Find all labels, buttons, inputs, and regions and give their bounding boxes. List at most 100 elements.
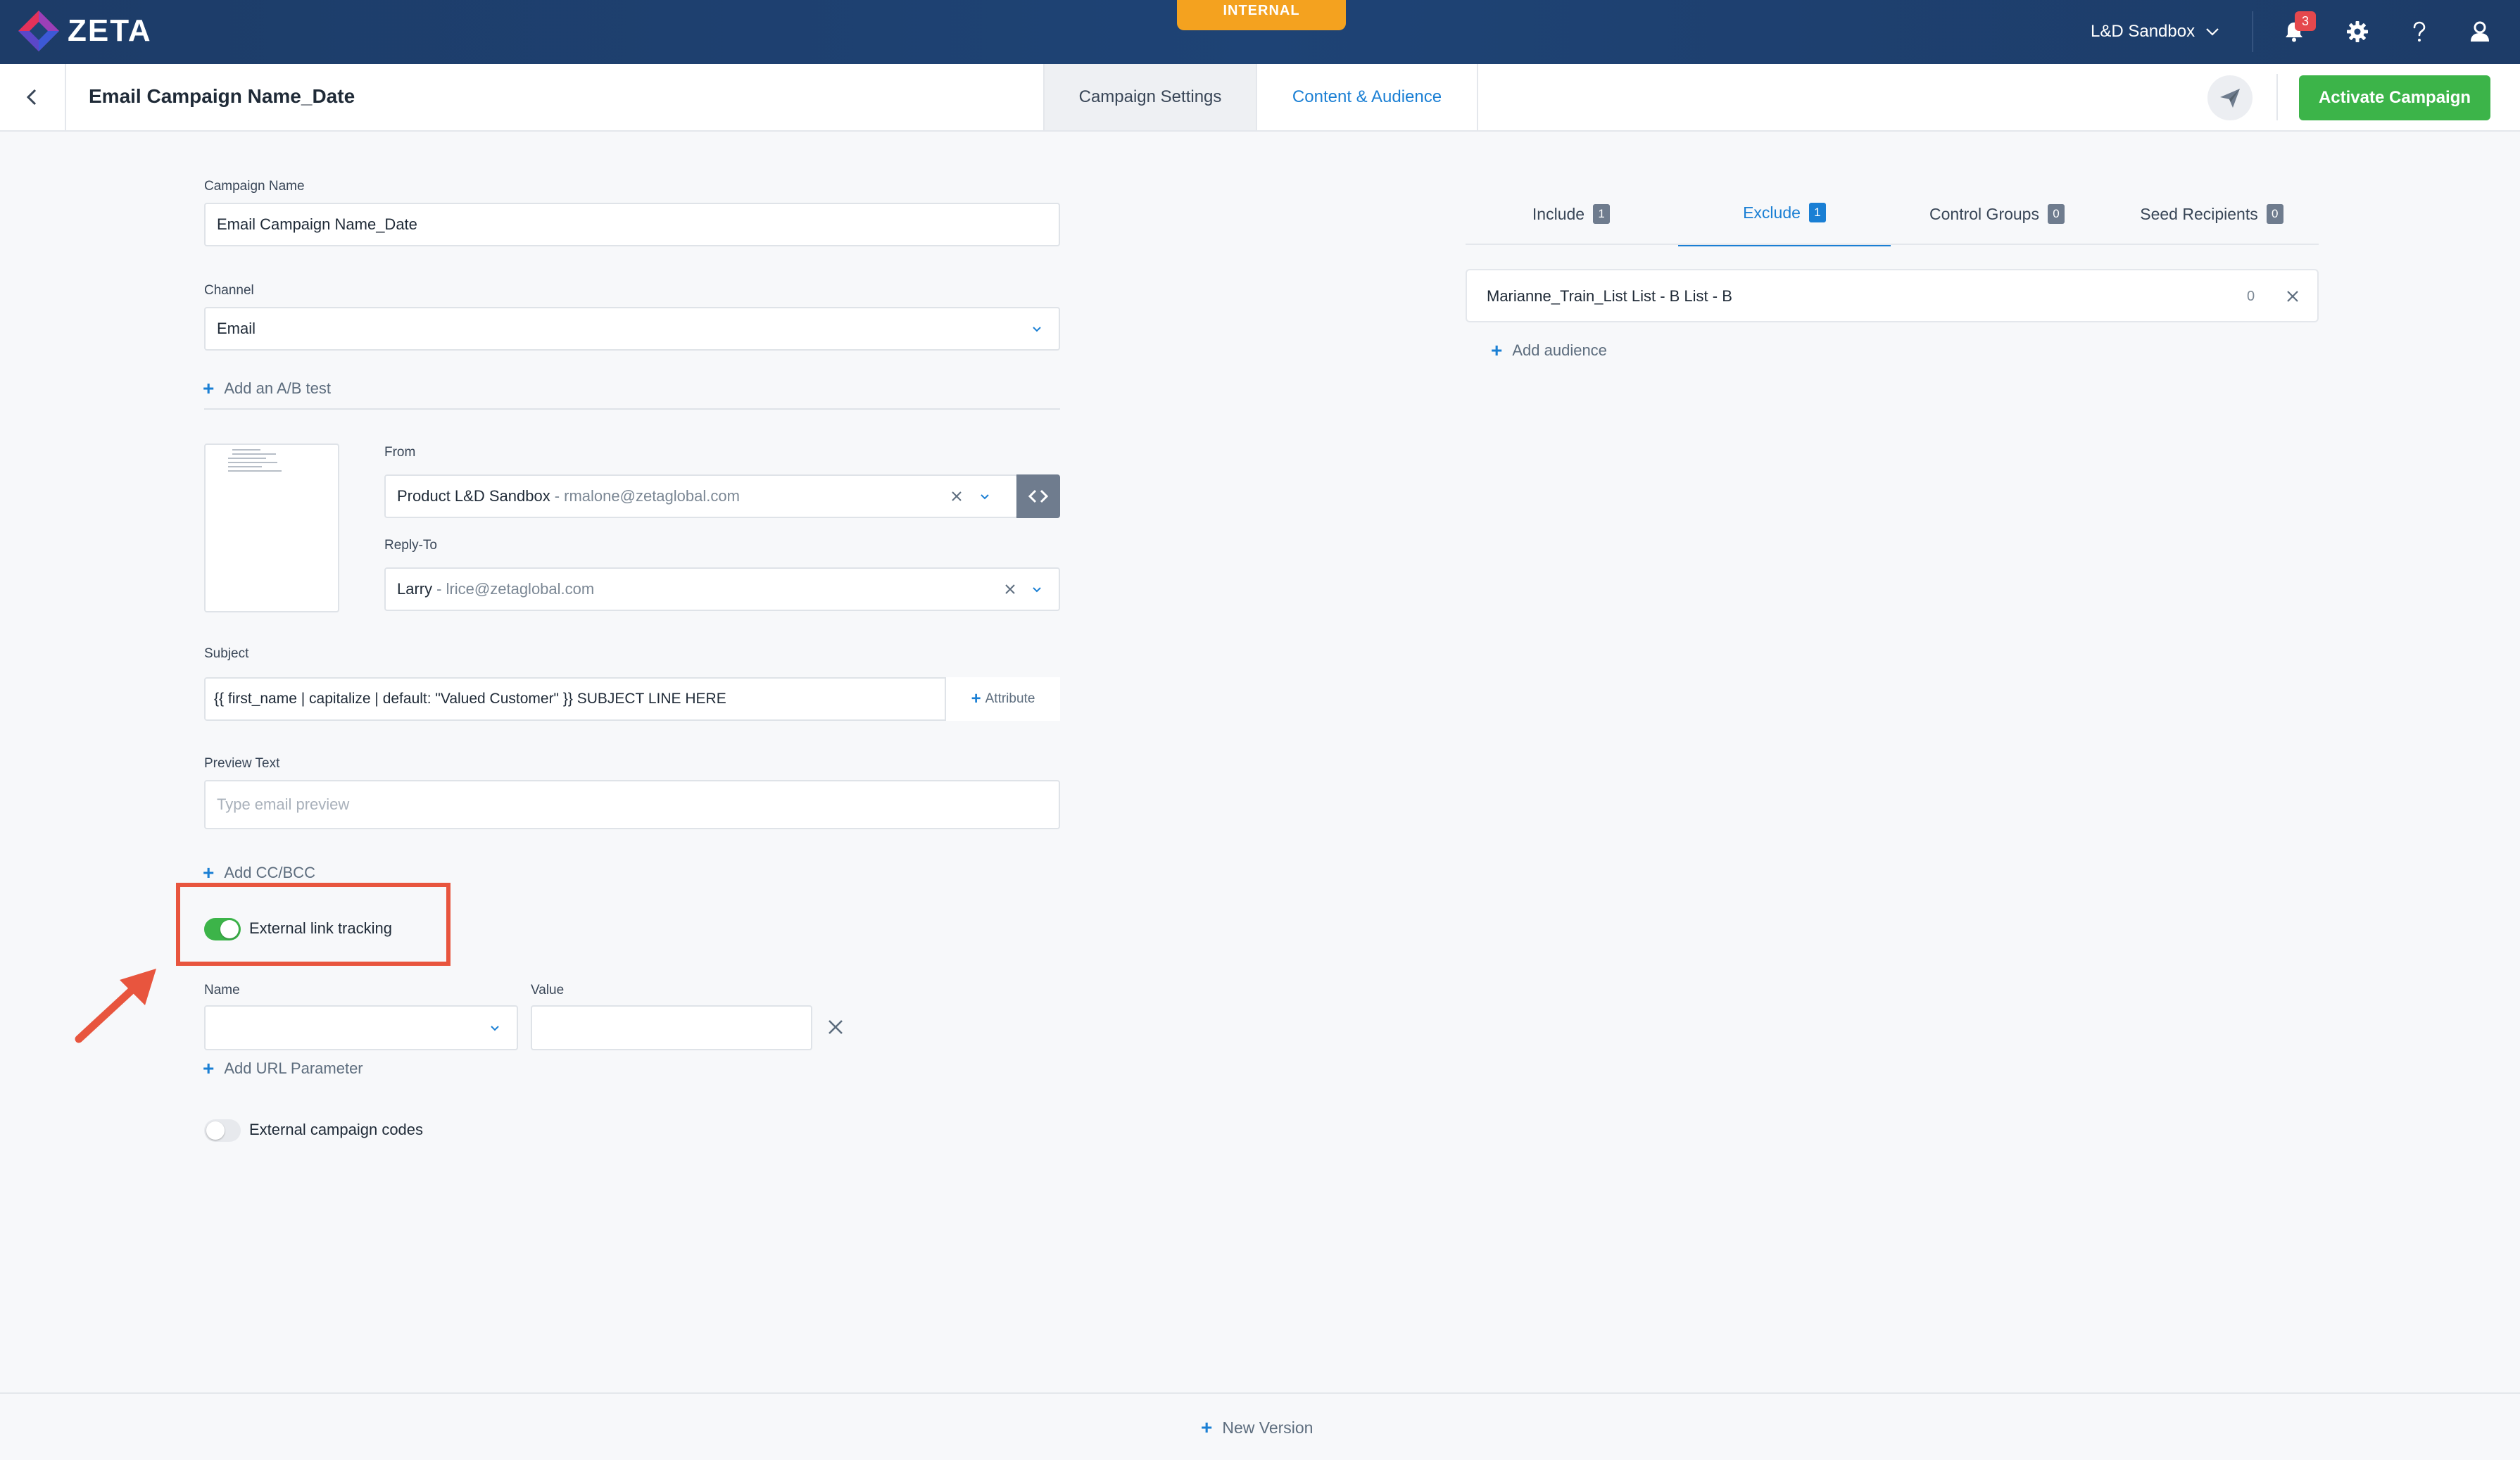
clear-icon[interactable] [1002, 581, 1018, 597]
chevron-down-icon [1033, 327, 1041, 332]
chevron-down-icon [2206, 28, 2219, 36]
user-profile-button[interactable] [2464, 15, 2496, 48]
account-switcher[interactable]: L&D Sandbox [2091, 15, 2220, 48]
exclude-count-badge: 1 [1808, 203, 1826, 222]
subject-label: Subject [204, 646, 249, 661]
audience-name: Marianne_Train_List List - B List - B [1487, 287, 1732, 305]
plus-icon: + [203, 377, 215, 399]
add-ab-test-link[interactable]: + Add an A/B test [203, 379, 331, 398]
from-email: - rmalone@zetaglobal.com [554, 487, 740, 505]
preview-text-input[interactable]: Type email preview [204, 780, 1060, 829]
paper-plane-icon [2220, 89, 2240, 108]
add-cc-bcc-label: Add CC/BCC [224, 864, 315, 881]
section-divider [204, 408, 1060, 410]
channel-value: Email [217, 320, 256, 337]
thumbnail-line [228, 458, 266, 459]
thumbnail-line [232, 449, 260, 451]
plus-icon: + [971, 689, 981, 708]
zeta-logo[interactable]: ZETA [17, 8, 152, 54]
settings-button[interactable] [2341, 15, 2374, 48]
reply-to-email: - lrice@zetaglobal.com [436, 580, 595, 598]
tab-seed-recipients[interactable]: Seed Recipients 0 [2105, 182, 2319, 246]
notification-count-badge: 3 [2295, 11, 2316, 31]
annotation-arrow-icon [75, 969, 156, 1043]
tab-campaign-settings[interactable]: Campaign Settings [1043, 64, 1256, 130]
seed-recipients-tab-label: Seed Recipients [2140, 204, 2258, 223]
reply-to-label: Reply-To [384, 538, 437, 553]
audience-count: 0 [2247, 289, 2255, 304]
insert-attribute-button[interactable]: + Attribute [945, 677, 1060, 721]
subject-value: {{ first_name | capitalize | default: "V… [214, 691, 726, 707]
clear-icon[interactable] [949, 489, 964, 504]
new-version-label: New Version [1222, 1418, 1313, 1437]
plus-icon: + [1201, 1416, 1213, 1438]
from-select[interactable]: Product L&D Sandbox - rmalone@zetaglobal… [384, 474, 1018, 518]
subject-input[interactable]: {{ first_name | capitalize | default: "V… [204, 677, 1060, 721]
plus-icon: + [1491, 339, 1503, 361]
close-icon[interactable] [825, 1017, 846, 1038]
tab-include[interactable]: Include 1 [1466, 182, 1677, 246]
add-url-parameter-label: Add URL Parameter [224, 1059, 363, 1077]
thumbnail-line [232, 453, 276, 455]
thumbnail-line [228, 466, 262, 467]
url-param-value-input[interactable] [531, 1005, 812, 1050]
back-button[interactable] [0, 64, 66, 130]
attribute-label: Attribute [985, 691, 1035, 706]
chevron-left-icon [26, 89, 37, 106]
plus-icon: + [203, 862, 215, 883]
question-mark-icon [2413, 21, 2426, 42]
add-ab-test-label: Add an A/B test [224, 379, 332, 397]
seed-recipients-count-badge: 0 [2266, 204, 2283, 224]
user-icon [2471, 21, 2489, 42]
audience-list-item[interactable]: Marianne_Train_List List - B List - B 0 [1466, 269, 2319, 322]
from-label: From [384, 445, 416, 460]
thumbnail-line [228, 470, 282, 472]
tab-control-groups[interactable]: Control Groups 0 [1891, 182, 2103, 246]
exclude-tab-label: Exclude [1743, 203, 1801, 222]
control-groups-tab-label: Control Groups [1929, 204, 2039, 223]
new-version-button[interactable]: + New Version [1201, 1416, 1313, 1439]
include-tab-label: Include [1532, 204, 1585, 223]
control-groups-count-badge: 0 [2047, 204, 2065, 224]
tab-exclude[interactable]: Exclude 1 [1678, 182, 1891, 246]
code-brackets-icon [1028, 489, 1049, 503]
add-audience-link[interactable]: + Add audience [1491, 341, 1607, 360]
campaign-name-input[interactable]: Email Campaign Name_Date [204, 203, 1060, 246]
reply-to-name: Larry [397, 580, 433, 598]
external-campaign-codes-toggle[interactable] [204, 1119, 241, 1142]
add-cc-bcc-link[interactable]: + Add CC/BCC [203, 863, 315, 883]
thumbnail-line [228, 462, 277, 463]
toggle-knob [206, 1121, 225, 1140]
gear-icon [2347, 21, 2368, 42]
plus-icon: + [203, 1057, 215, 1079]
channel-select[interactable]: Email [204, 307, 1060, 351]
help-button[interactable] [2403, 15, 2436, 48]
include-count-badge: 1 [1593, 204, 1611, 224]
activate-campaign-button[interactable]: Activate Campaign [2299, 75, 2490, 120]
chevron-down-icon [981, 494, 989, 500]
code-view-button[interactable] [1016, 474, 1060, 518]
add-audience-label: Add audience [1512, 341, 1607, 359]
page-title: Email Campaign Name_Date [89, 85, 355, 107]
send-test-button[interactable] [2207, 75, 2253, 120]
chevron-down-icon [1033, 587, 1041, 593]
annotation-highlight-box [176, 883, 451, 966]
url-param-value-label: Value [531, 983, 565, 998]
email-content-thumbnail[interactable] [204, 443, 339, 612]
campaign-name-label: Campaign Name [204, 179, 305, 194]
reply-to-select[interactable]: Larry - lrice@zetaglobal.com [384, 567, 1060, 611]
url-param-name-select[interactable] [204, 1005, 518, 1050]
add-url-parameter-link[interactable]: + Add URL Parameter [203, 1059, 363, 1078]
environment-badge: INTERNAL [1177, 0, 1346, 30]
tab-content-audience[interactable]: Content & Audience [1256, 64, 1478, 130]
zeta-logo-icon [18, 11, 59, 51]
account-name: L&D Sandbox [2091, 22, 2195, 41]
notifications-button[interactable]: 3 [2278, 11, 2316, 48]
close-icon[interactable] [2283, 287, 2302, 306]
channel-label: Channel [204, 283, 254, 298]
from-name: Product L&D Sandbox [397, 487, 550, 505]
preview-text-label: Preview Text [204, 756, 280, 771]
header-divider [2276, 74, 2278, 120]
chevron-down-icon [491, 1026, 499, 1031]
campaign-header: Email Campaign Name_Date Campaign Settin… [0, 64, 2520, 132]
